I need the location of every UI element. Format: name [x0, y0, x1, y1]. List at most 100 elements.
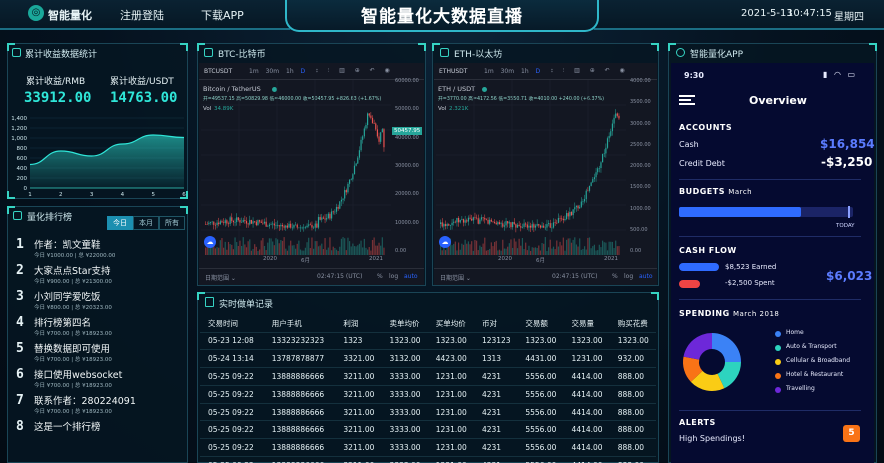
- alert-count-badge[interactable]: 5: [843, 425, 860, 442]
- btc-intervals[interactable]: 1m 30m 1h D: [249, 68, 305, 75]
- candle-body: [334, 211, 336, 213]
- volume-bar: [229, 244, 231, 255]
- rank-name: 这是一个排行榜: [34, 422, 101, 433]
- nav-home[interactable]: 智能量化: [48, 7, 92, 23]
- candle-body: [363, 128, 365, 137]
- eth-toolbar-icons[interactable]: ⦂ ⫶ ▥ ⊕ ↶ ◉: [551, 67, 629, 75]
- table-cell: 1231.00: [427, 367, 474, 386]
- volume-bar: [250, 250, 253, 255]
- table-row[interactable]: 05-25 09:22138888866663211.003333.001231…: [200, 438, 656, 457]
- ranking-item[interactable]: 2 大家点点Star支持 今日 ¥900.00 | 总 ¥21300.00: [16, 263, 186, 289]
- nav-download-app[interactable]: 下载APP: [201, 7, 244, 23]
- volume-bar: [518, 238, 520, 255]
- candle-body: [281, 225, 284, 227]
- eth-symbol[interactable]: ETHUSDT: [439, 68, 467, 75]
- candle-body: [347, 183, 349, 193]
- divider-1: [679, 179, 861, 180]
- candle-body: [521, 226, 524, 228]
- ranking-item[interactable]: 4 排行榜第四名 今日 ¥700.00 | 总 ¥18923.00: [16, 315, 186, 341]
- usdt-label: 累计收益/USDT: [110, 77, 174, 87]
- volume-bar: [544, 237, 546, 255]
- tab-all[interactable]: 所有: [159, 216, 185, 230]
- tab-today[interactable]: 今日: [107, 216, 133, 230]
- hamburger-menu-icon[interactable]: [679, 95, 697, 105]
- btc-range-button[interactable]: 日期范围 ⌄: [205, 273, 236, 282]
- table-row[interactable]: 05-25 09:22138888866663211.003333.001231…: [200, 456, 656, 463]
- volume-bar: [577, 246, 579, 255]
- table-row[interactable]: 05-25 09:22138888866663211.003333.001231…: [200, 402, 656, 421]
- btc-opt-log[interactable]: log: [389, 273, 398, 280]
- rank-number: 5: [16, 341, 24, 356]
- rank-name: 大家点点Star支持: [34, 266, 111, 277]
- divider-2: [679, 236, 861, 237]
- volume-bar: [454, 241, 456, 255]
- cash-label: Cash: [679, 140, 699, 149]
- legend-item: Hotel & Restaurant: [775, 370, 871, 384]
- candle-body: [466, 220, 468, 222]
- ranking-item[interactable]: 5 替换数据即可使用 今日 ¥700.00 | 总 ¥18923.00: [16, 341, 186, 367]
- eth-opt-percent[interactable]: %: [612, 273, 618, 280]
- volume-bar: [536, 247, 538, 255]
- table-row[interactable]: 05-25 09:22138888866663211.003333.001231…: [200, 367, 656, 386]
- btc-toolbar-icons[interactable]: ⦂ ⫶ ▥ ⊕ ↶ ◉: [316, 67, 394, 75]
- volume-bar: [575, 244, 578, 255]
- table-row[interactable]: 05-23 12:08 13323232323 1323 1323.00 1323.00…: [200, 331, 656, 350]
- eth-opt-auto[interactable]: auto: [639, 273, 653, 280]
- table-row[interactable]: 05-24 13:14 13787878877 3321.00 3132.00 4423…: [200, 349, 656, 368]
- candle-body: [494, 221, 496, 223]
- table-row[interactable]: 05-25 09:22138888866663211.003333.001231…: [200, 420, 656, 439]
- volume-bar: [584, 246, 586, 255]
- volume-bar: [528, 245, 530, 255]
- btc-opt-percent[interactable]: %: [377, 273, 383, 280]
- volume-bar: [512, 247, 514, 255]
- candle-body: [291, 227, 293, 229]
- volume-bar: [580, 249, 582, 255]
- candle-body: [462, 219, 465, 223]
- volume-bar: [345, 250, 347, 255]
- volume-bar: [383, 247, 385, 255]
- nav-register-login[interactable]: 注册登陆: [120, 7, 164, 23]
- volume-bar: [559, 241, 561, 255]
- cashflow-value: $6,023: [826, 269, 873, 283]
- volume-bar: [516, 248, 519, 255]
- volume-bar: [453, 243, 455, 255]
- volume-bar: [249, 239, 251, 255]
- volume-bar: [618, 246, 620, 255]
- y-tick-label: 50000.00: [395, 106, 419, 113]
- today-label: TODAY: [836, 223, 855, 229]
- profit-title-icon: [12, 48, 21, 57]
- table-cell: 3211.00: [335, 367, 382, 386]
- volume-bar: [244, 244, 246, 255]
- volume-bar: [255, 246, 257, 255]
- btc-symbol[interactable]: BTCUSDT: [204, 68, 232, 75]
- volume-bar: [508, 243, 510, 255]
- volume-bar: [347, 237, 349, 255]
- ranking-item[interactable]: 7 联系作者：280224091 今日 ¥700.00 | 总 ¥18923.00: [16, 393, 186, 419]
- candle-body: [605, 147, 607, 154]
- volume-bar: [557, 246, 560, 255]
- eth-opt-log[interactable]: log: [624, 273, 633, 280]
- rank-sub: 今日 ¥700.00 | 总 ¥18923.00: [34, 383, 112, 389]
- btc-tradingview-logo-icon: ☁: [204, 236, 216, 248]
- ranking-item[interactable]: 3 小刘同学爱吃饭 今日 ¥800.00 | 总 ¥20323.00: [16, 289, 186, 315]
- candle-body: [515, 224, 517, 228]
- ranking-item[interactable]: 1 作者：凯文童鞋 今日 ¥1000.00 | 总 ¥22000.00: [16, 237, 186, 263]
- y-tick-label: 500.00: [630, 226, 648, 233]
- candle-body: [223, 222, 225, 224]
- ranking-item[interactable]: 8 这是一个排行榜: [16, 419, 186, 445]
- candle-body: [440, 222, 442, 224]
- btc-opt-auto[interactable]: auto: [404, 273, 418, 280]
- eth-intervals[interactable]: 1m 30m 1h D: [484, 68, 540, 75]
- volume-bar: [593, 244, 596, 255]
- candle-body: [513, 222, 515, 225]
- candle-body: [355, 163, 357, 166]
- budget-fill: [679, 207, 801, 217]
- tab-month[interactable]: 本月: [133, 216, 159, 230]
- eth-clock: 02:47:15 (UTC): [552, 273, 598, 280]
- volume-bar: [380, 245, 382, 255]
- candle-body: [205, 224, 207, 225]
- ranking-item[interactable]: 6 接口使用websocket 今日 ¥700.00 | 总 ¥18923.00: [16, 367, 186, 393]
- candle-body: [505, 221, 507, 226]
- table-row[interactable]: 05-25 09:22138888866663211.003333.001231…: [200, 384, 656, 404]
- eth-range-button[interactable]: 日期范围 ⌄: [440, 273, 471, 282]
